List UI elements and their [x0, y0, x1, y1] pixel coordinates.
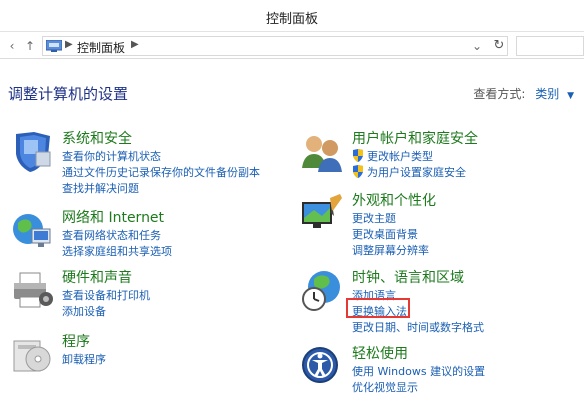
- shield-icon: [16, 132, 51, 172]
- breadcrumb-separator-icon[interactable]: ▶: [131, 39, 139, 50]
- breadcrumb-control-panel[interactable]: 控制面板: [77, 39, 125, 56]
- link-label: 为用户设置家庭安全: [367, 166, 466, 179]
- link-view-computer-status[interactable]: 查看你的计算机状态: [62, 148, 161, 164]
- category-title[interactable]: 系统和安全: [62, 128, 132, 148]
- network-globe-icon: [13, 214, 51, 247]
- view-by-label: 查看方式:: [473, 87, 526, 101]
- category-title[interactable]: 程序: [62, 331, 90, 351]
- category-title[interactable]: 轻松使用: [352, 343, 408, 363]
- users-icon: [302, 136, 342, 172]
- link-date-time-format[interactable]: 更改日期、时间或数字格式: [352, 319, 484, 335]
- search-input[interactable]: [516, 36, 584, 56]
- control-panel-icon: [46, 40, 62, 52]
- breadcrumb-separator-icon: ▶: [65, 39, 73, 50]
- refresh-icon[interactable]: ↻: [490, 36, 508, 56]
- highlight-box: [346, 298, 410, 318]
- link-desktop-background[interactable]: 更改桌面背景: [352, 226, 418, 242]
- view-by: 查看方式: 类别 ▼: [473, 85, 574, 102]
- link-change-account-type[interactable]: 更改帐户类型: [352, 148, 433, 164]
- back-arrow-icon[interactable]: ‹: [4, 37, 20, 55]
- link-optimize-visual-display[interactable]: 优化视觉显示: [352, 379, 418, 395]
- link-add-device[interactable]: 添加设备: [62, 303, 106, 319]
- link-windows-recommended-settings[interactable]: 使用 Windows 建议的设置: [352, 363, 485, 379]
- window-title: 控制面板: [265, 12, 318, 27]
- link-troubleshoot[interactable]: 查找并解决问题: [62, 180, 139, 196]
- uac-shield-icon: [353, 149, 363, 162]
- category-title[interactable]: 用户帐户和家庭安全: [352, 128, 478, 148]
- uac-shield-icon: [353, 165, 363, 178]
- title-bar: 控制面板: [0, 0, 584, 32]
- clock-globe-icon: [302, 271, 340, 311]
- category-title[interactable]: 网络和 Internet: [62, 207, 164, 227]
- link-devices-printers[interactable]: 查看设备和打印机: [62, 287, 150, 303]
- link-uninstall-program[interactable]: 卸载程序: [62, 351, 106, 367]
- programs-icon: [13, 340, 51, 372]
- link-label: 更改帐户类型: [367, 150, 433, 163]
- page-title: 调整计算机的设置: [8, 85, 129, 103]
- ease-of-access-icon: [302, 347, 338, 383]
- link-family-safety[interactable]: 为用户设置家庭安全: [352, 164, 466, 180]
- link-homegroup[interactable]: 选择家庭组和共享选项: [62, 243, 172, 259]
- link-file-history[interactable]: 通过文件历史记录保存你的文件备份副本: [62, 164, 260, 180]
- appearance-icon: [302, 194, 342, 228]
- view-by-select[interactable]: 类别: [535, 87, 559, 101]
- link-change-theme[interactable]: 更改主题: [352, 210, 396, 226]
- category-title[interactable]: 外观和个性化: [352, 190, 436, 210]
- address-bar[interactable]: ▶ 控制面板 ▶: [42, 36, 508, 56]
- category-title[interactable]: 时钟、语言和区域: [352, 267, 464, 287]
- link-network-status[interactable]: 查看网络状态和任务: [62, 227, 161, 243]
- chevron-down-icon[interactable]: ⌄: [469, 37, 485, 55]
- navigation-bar: ‹ ↑ ▶ 控制面板 ▶ ⌄ ↻: [0, 33, 584, 59]
- link-screen-resolution[interactable]: 调整屏幕分辨率: [352, 242, 429, 258]
- chevron-down-icon[interactable]: ▼: [567, 91, 574, 101]
- printer-icon: [14, 272, 53, 308]
- category-title[interactable]: 硬件和声音: [62, 267, 132, 287]
- up-arrow-icon[interactable]: ↑: [22, 37, 38, 55]
